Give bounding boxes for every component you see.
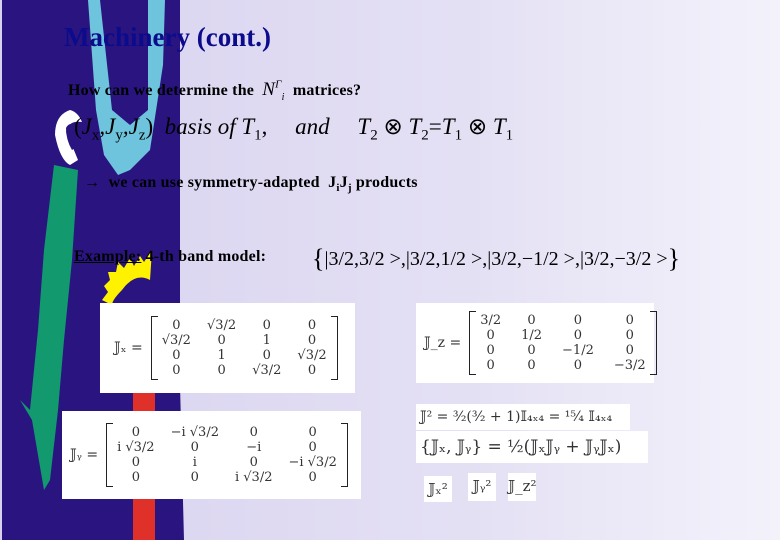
matrix-cell: 1/2: [521, 328, 543, 343]
matrix-cell: 0: [131, 470, 140, 485]
matrix-cell: 0: [262, 318, 271, 333]
symmetry-adapted-line: → we can use symmetry-adapted JiJj produ…: [84, 174, 418, 195]
jy-squared: 𝕁ᵧ²: [468, 473, 496, 501]
example-label: Example:: [74, 248, 142, 265]
matrix-cell: 0: [217, 333, 226, 348]
matrix-cell: 0: [573, 358, 583, 373]
matrix-cell: −i: [246, 440, 262, 455]
slide-title: Machinery (cont.): [64, 22, 271, 52]
matrix-cell: 0: [486, 358, 495, 373]
jy-matrix: 0 −i √3/2 0 0 i √3/2 0 −i 0 0 i 0 −i √3/2 0 0 i √3/2 0: [106, 423, 348, 487]
question-line: How can we determine the NΓi matrices?: [68, 78, 362, 103]
matrix-cell: 0: [307, 318, 317, 333]
matrix-cell: 0: [625, 328, 634, 343]
matrix-cell: −i √3/2: [288, 455, 337, 470]
matrix-cell: 1: [217, 348, 226, 363]
matrix-cell: 0: [217, 363, 226, 378]
matrix-cell: 0: [249, 455, 258, 470]
matrix-cell: 0: [625, 343, 634, 358]
jy-matrix-box: 𝕁ᵧ = 0 −i √3/2 0 0 i √3/2 0 −i 0 0 i 0 −i √3/2 0 0 i √…: [62, 411, 361, 499]
matrix-cell: 0: [190, 470, 199, 485]
matrix-cell: 0: [190, 440, 199, 455]
jx-matrix: 0 √3/2 0 0 √3/2 0 1 0 0 1 0 √3/2 0 0 √3/2 0: [150, 316, 338, 380]
ket-basis-set: {|3/2,3/2 >,|3/2,1/2 >,|3/2,−1/2 >,|3/2,…: [312, 244, 681, 273]
matrix-cell: 0: [308, 470, 317, 485]
matrix-cell: 0: [486, 328, 495, 343]
matrix-cell: 0: [573, 328, 583, 343]
matrix-cell: 0: [527, 313, 536, 328]
matrix-cell: 0: [486, 343, 495, 358]
matrix-cell: 0: [262, 348, 271, 363]
matrix-cell: 0: [131, 455, 140, 470]
matrix-cell: 0: [131, 425, 140, 440]
matrix-cell: −3/2: [613, 358, 646, 373]
matrix-cell: 0: [307, 333, 317, 348]
j-squared-equation: 𝕁² = ³⁄₂(³⁄₂ + 1)𝕀₄ₓ₄ = ¹⁵⁄₄ 𝕀₄ₓ₄: [416, 404, 630, 430]
question-suffix: matrices?: [292, 82, 362, 99]
basis-equation: (Jx,Jy,Jz) basis of T1, and T2 ⊗ T2=T1 ⊗…: [74, 114, 514, 144]
jx-label: 𝕁ₓ =: [114, 340, 143, 356]
matrix-cell: √3/2: [252, 363, 282, 378]
jz-matrix: 3/2 0 0 0 0 1/2 0 0 0 0 −1/2 0 0 0 0 −3/2: [469, 311, 657, 375]
matrix-cell: i √3/2: [234, 470, 273, 485]
matrix-cell: 0: [625, 313, 634, 328]
matrix-cell: √3/2: [297, 348, 327, 363]
matrix-cell: 0: [249, 425, 258, 440]
jy-label: 𝕁ᵧ =: [70, 447, 99, 463]
anticommutator-equation: {𝕁ₓ, 𝕁ᵧ} = ½(𝕁ₓ𝕁ᵧ + 𝕁ᵧ𝕁ₓ): [416, 431, 648, 463]
matrix-cell: −1/2: [562, 343, 594, 358]
matrix-cell: 1: [262, 333, 271, 348]
matrix-cell: 0: [573, 313, 583, 328]
matrix-cell: 0: [527, 343, 536, 358]
matrix-cell: 0: [172, 318, 181, 333]
right-arrow-icon: →: [84, 174, 101, 191]
jz-label: 𝕁_z =: [424, 335, 462, 351]
matrix-cell: −i √3/2: [170, 425, 219, 440]
matrix-cell: i √3/2: [117, 440, 155, 455]
example-line: Example: 4-th band model:: [74, 248, 266, 266]
matrix-cell: 0: [172, 348, 181, 363]
matrix-cell: 0: [307, 363, 317, 378]
matrix-cell: 0: [308, 425, 317, 440]
basis-text: basis of T: [164, 114, 255, 139]
matrix-cell: 3/2: [480, 313, 502, 328]
example-text: 4-th band model:: [145, 248, 267, 265]
jz-squared: 𝕁_z²: [508, 473, 537, 501]
jz-matrix-box: 𝕁_z = 3/2 0 0 0 0 1/2 0 0 0 0 −1/2 0 0 0 0 −3/2: [416, 303, 657, 383]
jx-matrix-box: 𝕁ₓ = 0 √3/2 0 0 √3/2 0 1 0 0 1 0 √3/2 0 0 √3/2 0: [100, 303, 355, 393]
matrix-cell: 0: [527, 358, 536, 373]
matrix-cell: 0: [172, 363, 181, 378]
matrix-cell: 0: [308, 440, 317, 455]
and-text: and: [295, 114, 330, 139]
matrix-cell: √3/2: [206, 318, 237, 333]
matrix-cell: √3/2: [161, 333, 191, 348]
jx-squared: 𝕁ₓ²: [424, 476, 452, 502]
n-gamma-symbol: NΓi: [262, 78, 285, 103]
question-prefix: How can we determine the: [68, 82, 255, 99]
matrix-cell: i: [192, 455, 197, 470]
